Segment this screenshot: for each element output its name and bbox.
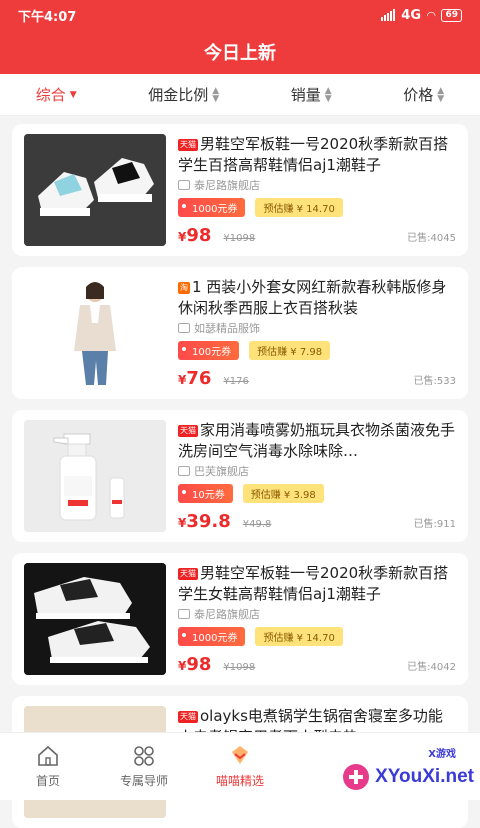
tab-selection[interactable]: 喵喵精选 [192, 744, 288, 789]
product-card[interactable]: 天猫 男鞋空军板鞋一号2020秋季新款百搭学生百搭高帮鞋情侣aj1潮鞋子 泰尼路旗… [12, 124, 468, 256]
sort-label: 销量 [290, 86, 321, 104]
watermark: XYouXi.net [341, 762, 474, 792]
grid-icon [134, 746, 154, 766]
tab-label: 喵喵精选 [215, 774, 264, 788]
sort-label: 综合 [35, 86, 66, 104]
product-title-text: 男鞋空军板鞋一号2020秋季新款百搭学生百搭高帮鞋情侣aj1潮鞋子 [178, 135, 449, 174]
tab-mentor[interactable]: 专属导师 [96, 744, 192, 789]
shop-label: 如瑟精品服饰 [194, 322, 260, 335]
earn-badge: 预估赚 ¥ 14.70 [255, 627, 343, 646]
shop-name: 泰尼路旗舰店 [178, 606, 456, 622]
product-title-text: 家用消毒喷雾奶瓶玩具衣物杀菌液免手洗房间空气消毒水除味除… [178, 421, 456, 460]
product-title: 天猫 男鞋空军板鞋一号2020秋季新款百搭学生百搭高帮鞋情侣aj1潮鞋子 [178, 134, 456, 175]
platform-badge: 天猫 [178, 711, 198, 723]
product-card[interactable]: 淘1 西装小外套女网红新款春秋韩版修身休闲秋季西服上衣百搭秋装 如瑟精品服饰 1… [12, 267, 468, 399]
price-value: 98 [186, 225, 212, 246]
shop-icon [178, 609, 190, 619]
coupon-badge[interactable]: 10元券 [178, 484, 233, 503]
sold-count: 已售:4045 [407, 233, 456, 244]
shop-label: 泰尼路旗舰店 [194, 608, 260, 621]
shop-label: 泰尼路旗舰店 [194, 179, 260, 192]
price: ¥98 [178, 225, 211, 246]
product-image [24, 563, 166, 675]
sort-sales[interactable]: 销量 ▲ ▼ [291, 84, 332, 105]
original-price: ¥49.8 [242, 519, 272, 530]
shop-label: 巴芙旗舰店 [194, 465, 249, 478]
signal-icon [381, 9, 396, 21]
original-price: ¥176 [223, 376, 249, 387]
sort-label: 价格 [403, 86, 434, 104]
wifi-icon: ◠ [427, 8, 436, 22]
earn-badge: 预估赚 ¥ 14.70 [255, 198, 343, 217]
product-title: 天猫 男鞋空军板鞋一号2020秋季新款百搭学生女鞋高帮鞋情侣aj1潮鞋子 [178, 563, 456, 604]
shop-icon [178, 180, 190, 190]
earn-badge: 预估赚 ¥ 3.98 [242, 484, 324, 503]
shop-name: 巴芙旗舰店 [178, 463, 456, 479]
sort-label: 佣金比例 [148, 86, 209, 104]
page-title: 今日上新 [0, 30, 480, 74]
battery-icon: 69 [441, 8, 462, 22]
gamepad-logo-icon [343, 764, 370, 790]
tab-home[interactable]: 首页 [0, 744, 96, 789]
earn-badge: 预估赚 ¥ 7.98 [249, 341, 331, 360]
product-title-text: 男鞋空军板鞋一号2020秋季新款百搭学生女鞋高帮鞋情侣aj1潮鞋子 [178, 564, 449, 603]
coupon-badge[interactable]: 100元券 [178, 341, 240, 360]
sort-comprehensive[interactable]: 综合 ▼ [36, 84, 77, 105]
platform-badge: 天猫 [178, 139, 198, 151]
price-value: 76 [186, 368, 212, 389]
price-value: 39.8 [186, 511, 231, 532]
sold-count: 已售:911 [413, 519, 456, 530]
sold-count: 已售:4042 [407, 662, 456, 673]
watermark-text: XYouXi.net [375, 766, 474, 787]
product-list: 天猫 男鞋空军板鞋一号2020秋季新款百搭学生百搭高帮鞋情侣aj1潮鞋子 泰尼路旗… [0, 116, 480, 828]
sort-updown-icon: ▲ ▼ [212, 85, 220, 104]
tab-label: 专属导师 [119, 774, 168, 788]
shop-name: 如瑟精品服饰 [178, 320, 456, 336]
selection-icon [232, 746, 248, 764]
shop-icon [178, 323, 190, 333]
platform-badge: 天猫 [178, 568, 198, 580]
coupon-badge[interactable]: 1000元券 [178, 198, 246, 217]
platform-badge: 天猫 [178, 425, 198, 437]
product-image [24, 420, 166, 532]
sort-commission[interactable]: 佣金比例 ▲ ▼ [148, 84, 219, 105]
coupon-badge[interactable]: 1000元券 [178, 627, 246, 646]
product-title: 淘1 西装小外套女网红新款春秋韩版修身休闲秋季西服上衣百搭秋装 [178, 277, 456, 318]
price-value: 98 [186, 654, 212, 675]
product-image [24, 277, 166, 389]
shop-name: 泰尼路旗舰店 [178, 177, 456, 193]
watermark-small: X游戏 [428, 749, 456, 760]
product-title: 天猫 家用消毒喷雾奶瓶玩具衣物杀菌液免手洗房间空气消毒水除味除… [178, 420, 456, 461]
product-card[interactable]: 天猫 男鞋空军板鞋一号2020秋季新款百搭学生女鞋高帮鞋情侣aj1潮鞋子 泰尼路旗… [12, 553, 468, 685]
original-price: ¥1098 [223, 662, 256, 673]
home-icon [38, 745, 58, 766]
product-card[interactable]: 天猫 家用消毒喷雾奶瓶玩具衣物杀菌液免手洗房间空气消毒水除味除… 巴芙旗舰店 10… [12, 410, 468, 542]
sort-price[interactable]: 价格 ▲ ▼ [403, 84, 444, 105]
shop-icon [178, 466, 190, 476]
status-icons: 4G ◠ 69 [381, 8, 462, 23]
product-image [24, 134, 166, 246]
price: ¥98 [178, 654, 211, 675]
caret-down-icon: ▼ [69, 89, 77, 100]
original-price: ¥1098 [223, 233, 256, 244]
product-title-text: 1 西装小外套女网红新款春秋韩版修身休闲秋季西服上衣百搭秋装 [178, 278, 447, 317]
sort-updown-icon: ▲ ▼ [324, 85, 332, 104]
price: ¥76 [178, 368, 211, 389]
status-bar: 下午4:07 4G ◠ 69 [0, 0, 480, 30]
network-type: 4G [401, 7, 421, 23]
sort-updown-icon: ▲ ▼ [437, 85, 445, 104]
sold-count: 已售:533 [413, 376, 456, 387]
status-time: 下午4:07 [18, 9, 77, 25]
sort-bar: 综合 ▼ 佣金比例 ▲ ▼ 销量 ▲ ▼ 价格 ▲ ▼ [0, 74, 480, 116]
tab-label: 首页 [35, 774, 60, 788]
price: ¥39.8 [178, 511, 231, 532]
platform-badge: 淘 [178, 282, 190, 294]
